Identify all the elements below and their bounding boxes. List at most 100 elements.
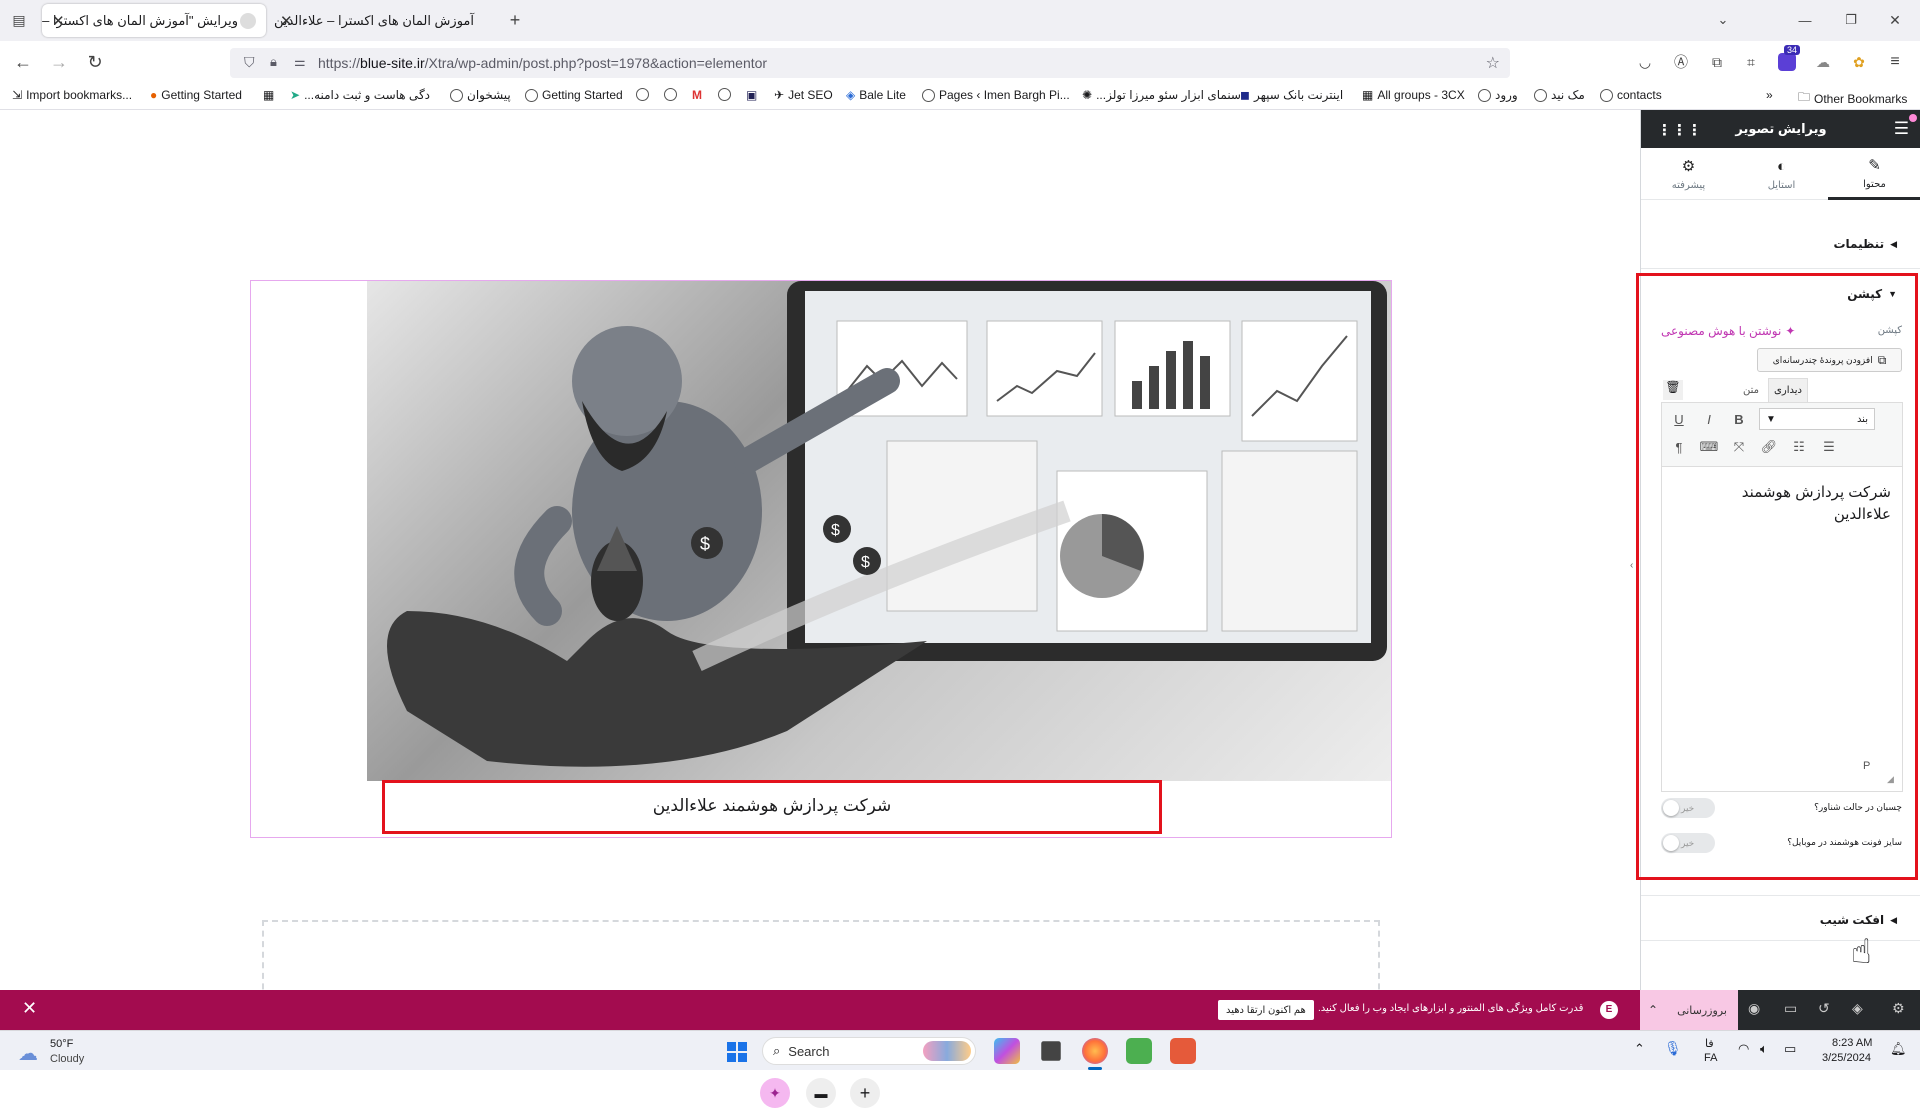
- navigator-icon[interactable]: ◈: [1852, 1000, 1863, 1017]
- bookmark-item[interactable]: ⇲ Import bookmarks...: [12, 88, 132, 102]
- tab-site[interactable]: آموزش المان های اکسترا – علاءالدین ✕: [270, 4, 492, 37]
- bookmark-star-icon[interactable]: ☆: [1486, 53, 1500, 73]
- tab-editor[interactable]: ویرایش "آموزش المان های اکسترا – ع ✕: [42, 4, 266, 37]
- app-red-icon[interactable]: [1170, 1038, 1196, 1064]
- copilot-icon[interactable]: [994, 1038, 1020, 1064]
- addon-icon[interactable]: ✿: [1846, 49, 1872, 75]
- lang-bottom[interactable]: FA: [1704, 1052, 1717, 1064]
- bookmark-item[interactable]: پیشخوان: [450, 88, 511, 102]
- globe-icon: [1600, 88, 1613, 102]
- bookmark-item[interactable]: ورود: [1478, 88, 1518, 102]
- wifi-icon[interactable]: ◠: [1738, 1041, 1749, 1057]
- preview-eye-icon[interactable]: ◉: [1748, 1000, 1760, 1017]
- globe-icon: [1478, 88, 1491, 102]
- notification-bell-icon[interactable]: 🔔︎: [1890, 1041, 1907, 1057]
- empty-section-dropzone[interactable]: [262, 920, 1380, 1000]
- reload-icon[interactable]: ↻: [82, 49, 108, 75]
- volume-icon[interactable]: 🔈︎: [1760, 1041, 1768, 1057]
- pocket-icon[interactable]: ◡: [1632, 49, 1658, 75]
- close-window-icon[interactable]: ✕: [1882, 7, 1908, 33]
- tab-list-icon[interactable]: ▤: [6, 7, 32, 33]
- responsive-icon[interactable]: ▭: [1784, 1000, 1797, 1017]
- bookmark-item[interactable]: M: [692, 88, 702, 102]
- close-tab-icon[interactable]: ✕: [52, 12, 65, 30]
- minimize-icon[interactable]: —: [1792, 7, 1818, 33]
- tab-content[interactable]: ✎ محتوا: [1828, 148, 1920, 200]
- update-menu-chevron-icon[interactable]: ⌃: [1640, 990, 1666, 1030]
- bookmark-item[interactable]: مک نید: [1534, 88, 1585, 102]
- svg-text:$: $: [861, 554, 870, 571]
- caret-left-icon: ◀: [1890, 914, 1897, 925]
- account-icon[interactable]: Ⓐ: [1668, 49, 1694, 75]
- bookmark-item[interactable]: ✺ ...سنمای ابزار سئو میرزا تولز: [1082, 88, 1241, 102]
- microphone-icon[interactable]: 🎙︎: [1664, 1040, 1682, 1057]
- settings-gear-icon[interactable]: ⚙: [1892, 1000, 1905, 1017]
- section-effect[interactable]: ◀ افکت شیب: [1641, 910, 1920, 930]
- globe-icon: [718, 88, 731, 101]
- chevron-down-icon[interactable]: ⌄: [1710, 7, 1736, 33]
- url-bar[interactable]: ⛉ 🔒︎ ⚌ https://blue-site.ir/Xtra/wp-admi…: [230, 48, 1510, 78]
- hamburger-menu-icon[interactable]: ☰: [1894, 119, 1909, 139]
- back-icon[interactable]: ←: [10, 49, 36, 75]
- bookmark-item[interactable]: ▦: [263, 88, 274, 102]
- url-prefix: https://: [318, 55, 361, 71]
- taskbar-search[interactable]: ⌕ Search: [762, 1037, 976, 1065]
- weather-cloud-icon[interactable]: ☁: [18, 1041, 38, 1066]
- bookmark-item[interactable]: ▣: [746, 88, 757, 102]
- bookmark-item[interactable]: [636, 88, 649, 101]
- ai-sparkle-button[interactable]: ✦: [760, 1078, 790, 1108]
- tab-style[interactable]: ◐ استایل: [1735, 148, 1828, 200]
- extensions-icon[interactable]: ⧉: [1704, 49, 1730, 75]
- panel-collapse-handle[interactable]: ‹: [1630, 560, 1633, 571]
- shield-icon[interactable]: ⛉: [244, 54, 255, 71]
- bookmark-item[interactable]: [718, 88, 731, 101]
- overflow-chevron-icon[interactable]: »: [1766, 88, 1773, 102]
- section-settings[interactable]: ◀ تنظیمات: [1641, 234, 1920, 254]
- panel-title: ویرایش تصویر: [1735, 121, 1827, 136]
- menu-icon[interactable]: ≡: [1882, 49, 1908, 75]
- globe-icon: [525, 88, 538, 102]
- bookmark-item[interactable]: ➤ ...دگی هاست و ثبت دامنه: [290, 88, 430, 102]
- close-promo-icon[interactable]: ✕: [22, 998, 37, 1019]
- vpn-icon[interactable]: ☁: [1810, 49, 1836, 75]
- tab-advanced[interactable]: ⚙ پیشرفته: [1642, 148, 1735, 200]
- bookmark-item[interactable]: ● Getting Started: [150, 88, 242, 102]
- battery-icon[interactable]: ▭: [1784, 1041, 1796, 1057]
- upgrade-button[interactable]: هم اکنون ارتقا دهید: [1218, 1000, 1314, 1020]
- bookmark-item[interactable]: contacts: [1600, 88, 1662, 102]
- add-section-button[interactable]: +: [850, 1078, 880, 1108]
- app-green-icon[interactable]: [1126, 1038, 1152, 1064]
- tray-chevron-icon[interactable]: ⌃: [1634, 1041, 1645, 1057]
- image-caption[interactable]: شرکت پردازش هوشمند علاءالدین: [382, 796, 1162, 816]
- bookmark-item[interactable]: ◈ Bale Lite: [846, 88, 906, 102]
- site-icon: ▣: [746, 88, 758, 102]
- lock-icon[interactable]: 🔒︎: [270, 54, 277, 70]
- clock-date[interactable]: 3/25/2024: [1822, 1052, 1871, 1064]
- tab-title: آموزش المان های اکسترا – علاءالدین: [274, 12, 474, 28]
- restore-icon[interactable]: ❐: [1838, 7, 1864, 33]
- widgets-grid-icon[interactable]: ⋮⋮⋮: [1657, 121, 1702, 139]
- bookmark-item[interactable]: ◼ اینترنت بانک سپهر: [1240, 88, 1343, 102]
- clock-time[interactable]: 8:23 AM: [1832, 1037, 1872, 1049]
- bookmark-item[interactable]: ✈ Jet SEO: [774, 88, 833, 102]
- bookmark-item[interactable]: Pages ‹ Imen Bargh Pi...: [922, 88, 1070, 102]
- bookmark-item[interactable]: Getting Started: [525, 88, 623, 102]
- close-tab-icon[interactable]: ✕: [280, 12, 293, 30]
- windows-start-icon[interactable]: [727, 1042, 747, 1062]
- template-folder-button[interactable]: ▬: [806, 1078, 836, 1108]
- lang-top[interactable]: فا: [1705, 1037, 1714, 1050]
- new-tab-button[interactable]: +: [502, 7, 528, 33]
- file-manager-icon[interactable]: [1041, 1041, 1061, 1061]
- permissions-icon[interactable]: ⚌: [294, 54, 306, 70]
- forward-icon[interactable]: →: [46, 49, 72, 75]
- other-bookmarks[interactable]: 🗀 Other Bookmarks: [1798, 88, 1907, 109]
- bookmark-item[interactable]: [664, 88, 677, 101]
- history-icon[interactable]: ↺: [1818, 1000, 1830, 1017]
- extension-badge-icon[interactable]: 34: [1774, 45, 1801, 75]
- update-button[interactable]: بروزرسانی: [1666, 990, 1738, 1030]
- genie-image[interactable]: $ $ $: [367, 281, 1391, 781]
- firefox-taskbar-icon[interactable]: [1082, 1038, 1108, 1064]
- bookmark-item[interactable]: ▦ All groups - 3CX: [1362, 88, 1465, 102]
- crop-icon[interactable]: ⌗: [1738, 49, 1764, 75]
- caret-left-icon: ◀: [1890, 238, 1897, 249]
